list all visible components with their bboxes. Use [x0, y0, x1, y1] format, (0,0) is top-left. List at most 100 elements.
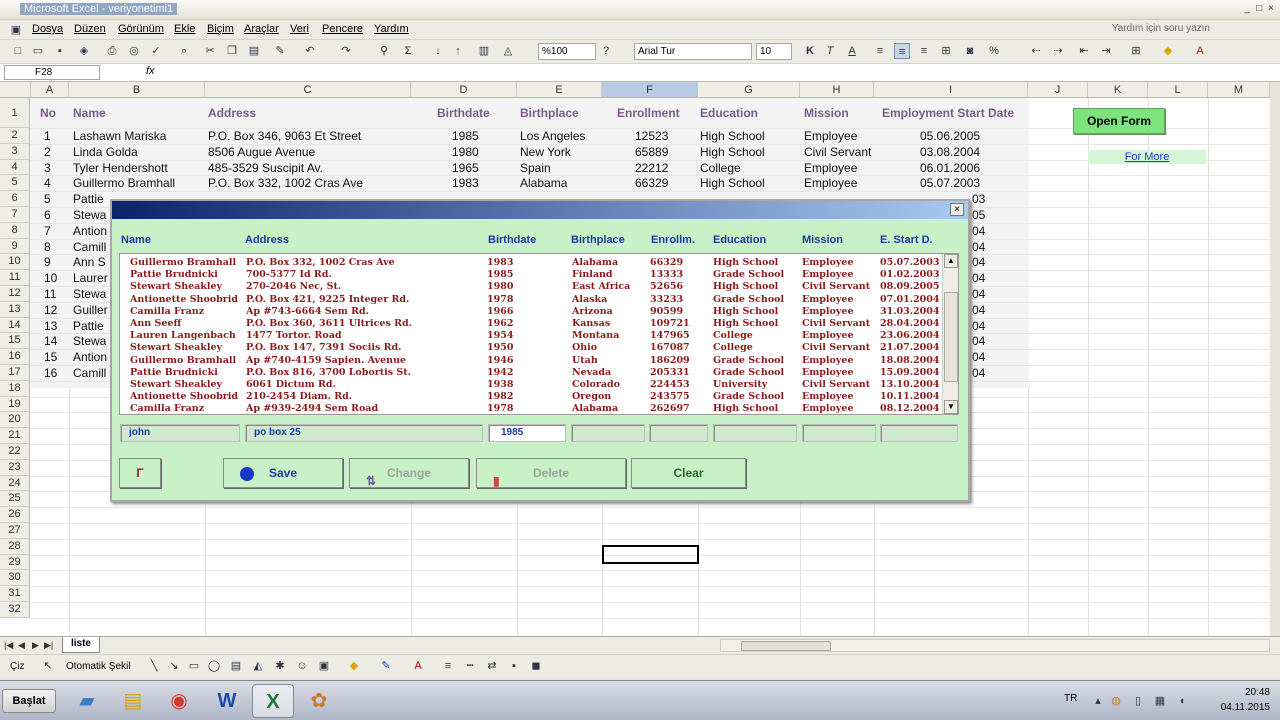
header-name[interactable]: Name [73, 106, 106, 120]
sheet-cell-no[interactable]: 7 [44, 224, 51, 238]
sheet-cell-no[interactable]: 13 [44, 319, 57, 333]
language-indicator[interactable]: TR [1064, 693, 1077, 704]
menu-bicim[interactable]: Biçim [207, 23, 234, 35]
save-button[interactable]: Save [223, 458, 343, 488]
sheet-cell-mission[interactable]: Employee [804, 161, 857, 175]
sort-asc-icon[interactable]: ↓ [430, 43, 446, 59]
header-address[interactable]: Address [208, 106, 256, 120]
sheet-cell-start[interactable]: 04 [972, 255, 985, 269]
app-taskbar-icon[interactable]: ✿ [298, 684, 340, 718]
row-header[interactable]: 6 [0, 191, 30, 207]
hyperlink-icon[interactable]: ⚲ [376, 43, 392, 59]
folder-taskbar-icon[interactable]: ▤ [112, 684, 154, 718]
row-header[interactable]: 32 [0, 602, 30, 618]
sheet-cell-start[interactable]: 04 [972, 319, 985, 333]
sheet-cell-start[interactable]: 04 [972, 240, 985, 254]
row-header[interactable]: 12 [0, 286, 30, 302]
column-header-l[interactable]: L [1148, 82, 1208, 98]
header-no[interactable]: No [40, 106, 56, 120]
font-size-select[interactable]: 10 [756, 43, 792, 60]
autoshapes-menu[interactable]: Otomatik Şekil [66, 661, 130, 672]
align-right-icon[interactable]: ≡ [916, 43, 932, 59]
first-sheet-icon[interactable]: |◀ [4, 640, 13, 651]
sheet-cell-name[interactable]: Pattie [73, 192, 104, 206]
row-header[interactable]: 27 [0, 523, 30, 539]
row-header[interactable]: 15 [0, 333, 30, 350]
explorer-taskbar-icon[interactable]: ▰ [66, 684, 108, 718]
sheet-cell-no[interactable]: 9 [44, 255, 51, 269]
sheet-cell-start[interactable]: 04 [972, 366, 985, 380]
zoom-select[interactable]: %100 [538, 43, 596, 60]
draw-font-color-icon[interactable]: A [410, 658, 426, 674]
header-enrollment[interactable]: Enrollment [617, 106, 680, 120]
sheet-cell-name[interactable]: Pattie [73, 319, 104, 333]
fill-color-icon[interactable]: ◆ [1160, 43, 1176, 59]
sheet-cell-edu[interactable]: High School [700, 145, 765, 159]
menu-pencere[interactable]: Pencere [322, 23, 363, 35]
sheet-cell-address[interactable]: P.O. Box 346, 9063 Et Street [208, 129, 361, 143]
sheet-cell-birth[interactable]: 1985 [452, 129, 479, 143]
list-item[interactable]: Camilla Franz Ap #939-2494 Sem Road 1978 Al… [120, 403, 940, 415]
column-header-m[interactable]: M [1208, 82, 1270, 98]
wordart-icon[interactable]: ◭ [250, 658, 266, 674]
list-item[interactable]: Antionette Shoobrid P.O. Box 421, 9225 In… [120, 294, 940, 306]
dash-style-icon[interactable]: ┅ [462, 658, 478, 674]
align-left-icon[interactable]: ≡ [872, 43, 888, 59]
undo-icon[interactable]: ↶ [302, 43, 318, 59]
research-icon[interactable]: ⌕ [176, 43, 192, 59]
sheet-cell-start[interactable]: 03 [972, 192, 985, 206]
list-item[interactable]: Stewart Sheakley P.O. Box 147, 7391 Socii… [120, 342, 940, 354]
row-header[interactable]: 26 [0, 507, 30, 523]
italic-button[interactable]: T [822, 43, 838, 59]
sheet-cell-name[interactable]: Stewa [73, 208, 106, 222]
sheet-cell-no[interactable]: 2 [44, 145, 51, 159]
next-sheet-icon[interactable]: ▶ [32, 640, 39, 651]
format-painter-icon[interactable]: ✎ [272, 43, 288, 59]
sheet-cell-enroll[interactable]: 66329 [635, 176, 668, 190]
tray-app-icon[interactable]: ◍ [1108, 693, 1124, 709]
sheet-cell-name[interactable]: Antion [73, 224, 107, 238]
sheet-cell-no[interactable]: 6 [44, 208, 51, 222]
sheet-cell-no[interactable]: 15 [44, 350, 57, 364]
list-item[interactable]: Antionette Shoobrid 210-2454 Diam. Rd. 198… [120, 391, 940, 403]
percent-button[interactable]: % [986, 43, 1002, 59]
minimize-button[interactable]: _ [1245, 3, 1251, 14]
column-header-e[interactable]: E [517, 82, 602, 98]
sheet-cell-name[interactable]: Tyler Hendershott [73, 161, 168, 175]
list-item[interactable]: Guillermo Bramhall P.O. Box 332, 1002 Cra… [120, 257, 940, 269]
list-item[interactable]: Guillermo Bramhall Ap #740-4159 Sapien. A… [120, 355, 940, 367]
sheet-cell-start[interactable]: 05.06.2005 [920, 129, 980, 143]
select-objects-icon[interactable]: ↖ [40, 658, 56, 674]
row-header[interactable]: 28 [0, 538, 30, 555]
borders-icon[interactable]: ⊞ [1128, 43, 1144, 59]
menu-duzen[interactable]: Düzen [74, 23, 106, 35]
sheet-cell-no[interactable]: 4 [44, 176, 51, 190]
increase-decimal-icon[interactable]: ⇢ [1050, 43, 1066, 59]
print-icon[interactable]: ⎙ [104, 43, 120, 59]
word-taskbar-icon[interactable]: W [206, 684, 248, 718]
print-preview-icon[interactable]: ◎ [126, 43, 142, 59]
decrease-indent-icon[interactable]: ⇤ [1076, 43, 1092, 59]
row-header[interactable]: 10 [0, 254, 30, 271]
header-birthdate[interactable]: Birthdate [437, 106, 490, 120]
delete-button[interactable]: ▮ Delete [476, 458, 626, 488]
menu-gorunum[interactable]: Görünüm [118, 23, 164, 35]
list-item[interactable]: Stewart Sheakley 6061 Dictum Rd. 1938 Color… [120, 379, 940, 391]
decrease-decimal-icon[interactable]: ⇠ [1028, 43, 1044, 59]
drawing-icon[interactable]: ◬ [500, 43, 516, 59]
row-header[interactable]: 5 [0, 175, 30, 192]
clipart-icon[interactable]: ☺ [294, 658, 310, 674]
sheet-cell-name[interactable]: Linda Golda [73, 145, 138, 159]
sheet-cell-edu[interactable]: High School [700, 176, 765, 190]
column-header-b[interactable]: B [69, 82, 205, 98]
row-header[interactable]: 11 [0, 270, 30, 286]
sort-desc-icon[interactable]: ↑ [450, 43, 466, 59]
help-icon[interactable]: ? [598, 43, 614, 59]
align-center-icon[interactable]: ≡ [894, 43, 910, 59]
name-input[interactable]: john [120, 424, 240, 442]
sheet-cell-address[interactable]: P.O. Box 332, 1002 Cras Ave [208, 176, 363, 190]
spelling-icon[interactable]: ✓ [148, 43, 164, 59]
scroll-down-icon[interactable]: ▼ [944, 400, 958, 414]
sheet-cell-name[interactable]: Camill [73, 366, 106, 380]
row-header[interactable]: 1 [0, 98, 30, 128]
